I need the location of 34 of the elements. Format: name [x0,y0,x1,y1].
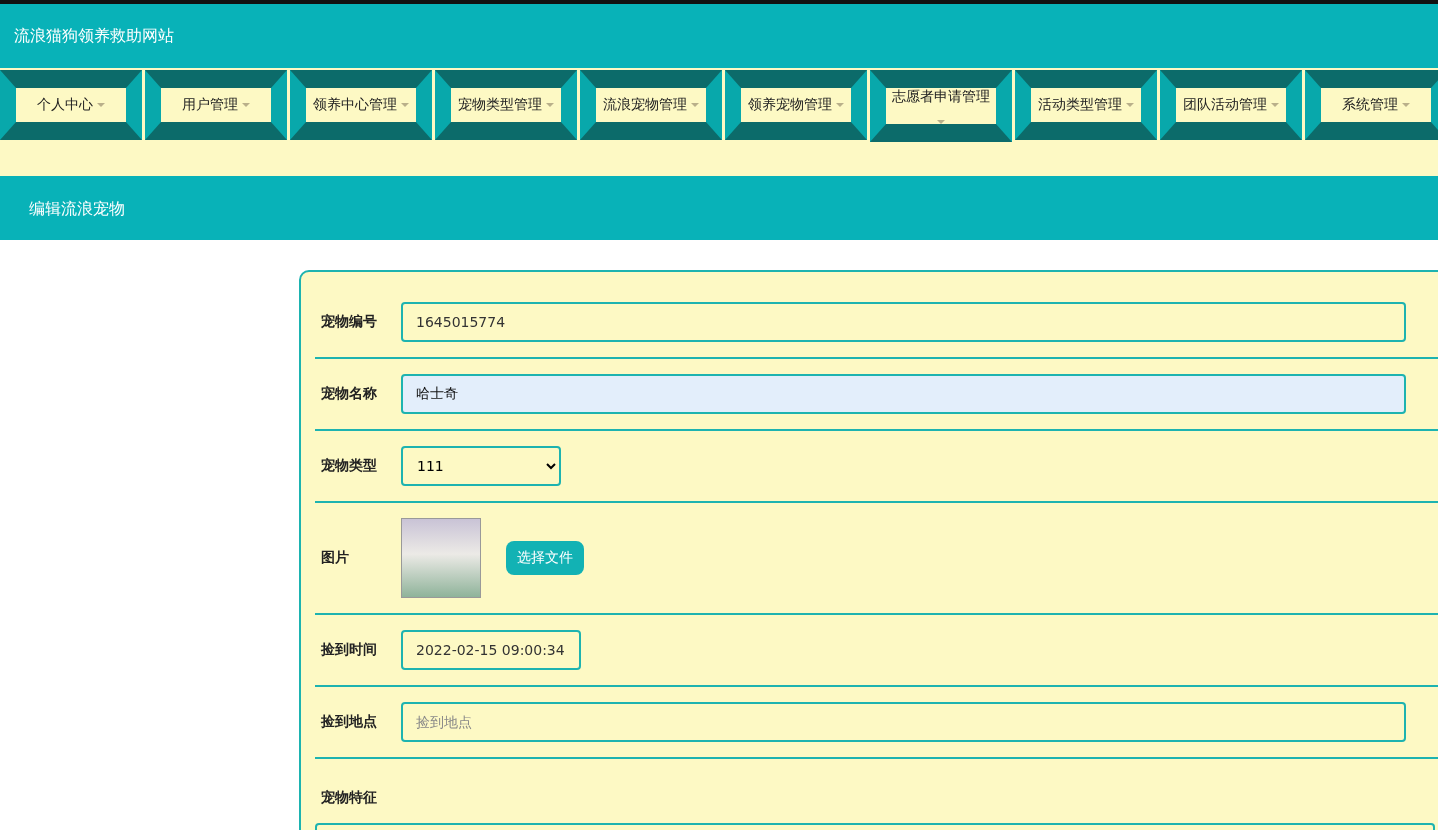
page-title: 编辑流浪宠物 [29,198,125,220]
nav-menu-item[interactable]: 志愿者申请管理 [870,70,1012,142]
nav-menu-item[interactable]: 个人中心 [0,70,142,140]
field-label: 宠物编号 [321,313,378,331]
field-label: 图片 [321,549,350,567]
site-title: 流浪猫狗领养救助网站 [14,25,174,47]
nav-menu-item[interactable]: 宠物类型管理 [435,70,577,140]
input-field[interactable]: 1645015774 [401,302,1406,342]
field-label: 宠物类型 [321,457,378,475]
caret-icon [691,103,699,107]
input-field[interactable]: 哈士奇 [401,374,1406,414]
type-select[interactable]: 111 [401,446,561,486]
caret-icon [546,103,554,107]
nav-menu-item[interactable]: 团队活动管理 [1160,70,1302,140]
caret-icon [1402,103,1410,107]
field-label: 宠物特征 [321,789,378,807]
caret-icon [242,103,250,107]
date-time-field[interactable]: 2022-02-15 09:00:34 [401,630,581,670]
caret-icon [1271,103,1279,107]
field-label: 宠物名称 [321,385,378,403]
nav-menu-item[interactable]: 用户管理 [145,70,287,140]
caret-icon [1126,103,1134,107]
nav-menu-item[interactable]: 流浪宠物管理 [580,70,722,140]
input-field[interactable]: 捡到地点 [401,702,1406,742]
caret-icon [937,120,945,124]
caret-icon [97,103,105,107]
caret-icon [401,103,409,107]
nav-menu-item[interactable]: 活动类型管理 [1015,70,1157,140]
field-label: 捡到时间 [321,641,378,659]
nav-menu-item[interactable]: 领养中心管理 [290,70,432,140]
nav-menu-item[interactable]: 领养宠物管理 [725,70,867,140]
nav-menu-item[interactable]: 系统管理 [1305,70,1438,140]
caret-icon [836,103,844,107]
field-label: 捡到地点 [321,713,378,731]
